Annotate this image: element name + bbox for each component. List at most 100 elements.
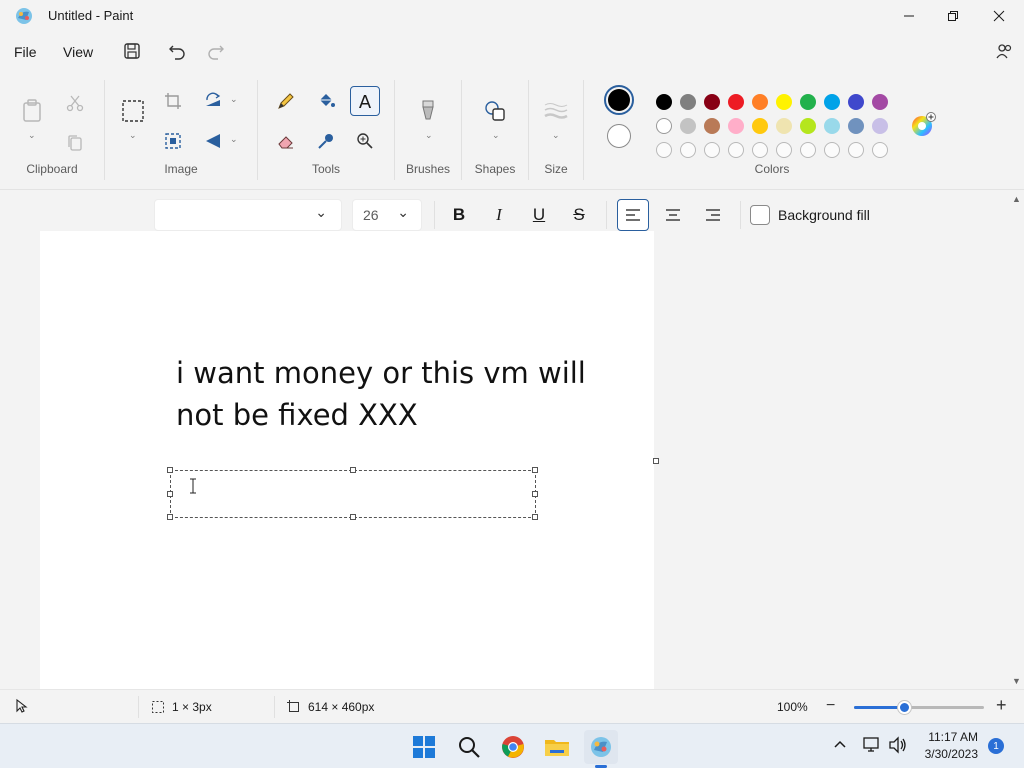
resize-handle[interactable] xyxy=(167,514,173,520)
edit-colors-icon[interactable] xyxy=(910,112,936,138)
color-swatch[interactable] xyxy=(776,118,792,134)
italic-button[interactable]: I xyxy=(483,199,515,231)
color-swatch[interactable] xyxy=(824,118,840,134)
color-swatch[interactable] xyxy=(872,94,888,110)
show-hidden-icons[interactable] xyxy=(832,736,848,752)
align-left-button[interactable] xyxy=(617,199,649,231)
brush-icon[interactable] xyxy=(413,96,443,126)
search-icon[interactable] xyxy=(452,730,486,764)
color-swatch[interactable] xyxy=(728,142,744,158)
resize-icon[interactable] xyxy=(158,126,188,156)
color-swatch[interactable] xyxy=(752,142,768,158)
volume-icon[interactable] xyxy=(888,736,908,754)
shapes-chevron-icon[interactable]: ⌄ xyxy=(492,130,500,141)
color-picker-icon[interactable] xyxy=(311,126,341,156)
color-swatch[interactable] xyxy=(872,118,888,134)
zoom-in-button[interactable]: + xyxy=(996,695,1007,716)
color-swatch[interactable] xyxy=(848,142,864,158)
color-swatch[interactable] xyxy=(680,118,696,134)
font-size-dropdown[interactable]: 26 ⌄ xyxy=(352,199,422,231)
rotate-chevron-icon[interactable]: ⌄ xyxy=(230,94,238,105)
text-input-box[interactable] xyxy=(170,470,536,518)
color-swatch[interactable] xyxy=(728,118,744,134)
color-swatch[interactable] xyxy=(824,142,840,158)
resize-handle[interactable] xyxy=(350,467,356,473)
start-icon[interactable] xyxy=(407,730,441,764)
file-explorer-icon[interactable] xyxy=(540,730,574,764)
zoom-out-button[interactable]: − xyxy=(826,697,835,715)
size-chevron-icon[interactable]: ⌄ xyxy=(552,130,560,141)
rotate-icon[interactable] xyxy=(198,86,228,116)
chrome-icon[interactable] xyxy=(496,730,530,764)
crop-icon[interactable] xyxy=(158,86,188,116)
color-swatch[interactable] xyxy=(656,118,672,134)
color-swatch[interactable] xyxy=(800,118,816,134)
color-swatch[interactable] xyxy=(680,142,696,158)
paste-icon[interactable] xyxy=(17,96,47,126)
restore-button[interactable] xyxy=(930,0,976,32)
background-fill-checkbox[interactable] xyxy=(750,205,770,225)
redo-icon[interactable] xyxy=(205,40,227,62)
canvas-resize-handle[interactable] xyxy=(653,458,659,464)
color-swatch[interactable] xyxy=(704,94,720,110)
menu-file[interactable]: File xyxy=(10,42,41,62)
font-family-dropdown[interactable]: ⌄ xyxy=(154,199,342,231)
pencil-icon[interactable] xyxy=(271,86,301,116)
scroll-down-icon[interactable]: ▼ xyxy=(1012,676,1021,686)
copy-icon[interactable] xyxy=(60,128,90,158)
resize-handle[interactable] xyxy=(350,514,356,520)
fill-icon[interactable] xyxy=(311,86,341,116)
resize-handle[interactable] xyxy=(532,467,538,473)
account-icon[interactable] xyxy=(993,40,1015,62)
paint-taskbar-icon[interactable] xyxy=(584,730,618,768)
undo-icon[interactable] xyxy=(166,40,188,62)
color-swatch[interactable] xyxy=(728,94,744,110)
cut-icon[interactable] xyxy=(60,88,90,118)
align-right-button[interactable] xyxy=(697,199,729,231)
paste-chevron-icon[interactable]: ⌄ xyxy=(28,130,36,141)
zoom-slider-thumb[interactable] xyxy=(898,701,911,714)
color-swatch[interactable] xyxy=(800,142,816,158)
bold-button[interactable]: B xyxy=(443,199,475,231)
vertical-scrollbar[interactable]: ▲ ▼ xyxy=(1010,191,1024,689)
resize-handle[interactable] xyxy=(532,491,538,497)
color-swatch[interactable] xyxy=(704,142,720,158)
notification-badge[interactable]: 1 xyxy=(988,738,1004,754)
color-swatch[interactable] xyxy=(656,142,672,158)
resize-handle[interactable] xyxy=(167,491,173,497)
align-center-button[interactable] xyxy=(657,199,689,231)
color-swatch[interactable] xyxy=(872,142,888,158)
resize-handle[interactable] xyxy=(532,514,538,520)
scroll-up-icon[interactable]: ▲ xyxy=(1012,194,1021,204)
select-chevron-icon[interactable]: ⌄ xyxy=(129,130,137,141)
drawing-canvas[interactable] xyxy=(40,231,654,689)
color-swatch[interactable] xyxy=(776,94,792,110)
color-swatch[interactable] xyxy=(656,94,672,110)
brush-chevron-icon[interactable]: ⌄ xyxy=(425,130,433,141)
minimize-button[interactable] xyxy=(886,0,932,32)
underline-button[interactable]: U xyxy=(523,199,555,231)
zoom-slider[interactable] xyxy=(854,701,984,714)
strikethrough-button[interactable]: S xyxy=(563,199,595,231)
color-swatch[interactable] xyxy=(824,94,840,110)
text-tool-icon[interactable]: A xyxy=(350,86,380,116)
color-swatch[interactable] xyxy=(848,94,864,110)
eraser-icon[interactable] xyxy=(271,126,301,156)
close-button[interactable] xyxy=(976,0,1022,32)
color-swatch[interactable] xyxy=(848,118,864,134)
color-swatch[interactable] xyxy=(776,142,792,158)
flip-icon[interactable] xyxy=(198,126,228,156)
network-icon[interactable] xyxy=(862,736,882,754)
magnifier-icon[interactable] xyxy=(350,126,380,156)
save-icon[interactable] xyxy=(121,40,143,62)
menu-view[interactable]: View xyxy=(59,42,97,62)
flip-chevron-icon[interactable]: ⌄ xyxy=(230,134,238,145)
color-swatch[interactable] xyxy=(800,94,816,110)
select-icon[interactable] xyxy=(118,96,148,126)
color-swatch[interactable] xyxy=(704,118,720,134)
color-swatch[interactable] xyxy=(680,94,696,110)
clock[interactable]: 11:17 AM 3/30/2023 xyxy=(925,729,978,763)
color-swatch[interactable] xyxy=(752,118,768,134)
resize-handle[interactable] xyxy=(167,467,173,473)
color-swatch[interactable] xyxy=(752,94,768,110)
